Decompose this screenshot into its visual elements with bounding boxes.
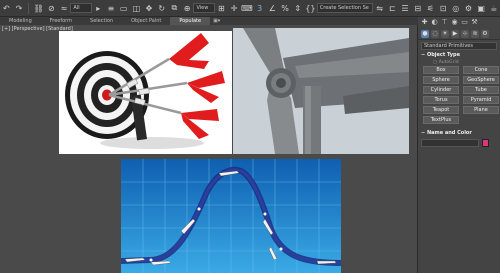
select-manipulate-icon[interactable]: ✛ — [229, 3, 240, 14]
command-panel-tabs: ✚ ◐ ⊤ ◉ ▭ ⚒ — [418, 17, 500, 28]
rect-region-icon[interactable]: ▭ — [118, 3, 129, 14]
cone-button[interactable]: Cone — [463, 66, 499, 74]
cylinder-button[interactable]: Cylinder — [423, 86, 459, 94]
wind-turbine-image — [233, 28, 409, 154]
toolbar-divider — [28, 2, 30, 14]
percent-snap-icon[interactable]: % — [280, 3, 291, 14]
dartboard-image — [59, 31, 232, 154]
lights-icon[interactable]: ☀ — [441, 29, 449, 38]
pyramid-button[interactable]: Pyramid — [463, 96, 499, 104]
utilities-tab-icon[interactable]: ⚒ — [471, 19, 478, 26]
parabolic-flight-image — [121, 159, 341, 273]
select-by-name-icon[interactable]: ≡ — [106, 3, 117, 14]
name-color-title-text: Name and Color — [426, 130, 472, 136]
perspective-viewport[interactable]: [+] [Perspective] [Standard] — [0, 25, 418, 273]
tab-freeform[interactable]: Freeform — [41, 17, 81, 25]
reference-coord-value: View — [196, 5, 209, 11]
named-selection-sets-dropdown[interactable]: Create Selection Se — [316, 3, 374, 13]
primitive-type-dropdown[interactable]: Standard Primitives — [421, 42, 497, 50]
object-type-buttons: Box Cone Sphere GeoSphere Cylinder Tube … — [423, 66, 499, 124]
ribbon-tabs: Modeling Freeform Selection Object Paint… — [0, 17, 418, 25]
pivot-icon[interactable]: ⊞ — [216, 3, 227, 14]
edit-named-sets-icon[interactable]: {} — [305, 3, 316, 14]
object-type-title-text: Object Type — [426, 52, 461, 58]
command-panel: ✚ ◐ ⊤ ◉ ▭ ⚒ ● ◌ ☀ ▶ ⊹ ≋ ⚙ Standard Primi… — [418, 17, 500, 273]
reference-coord-dropdown[interactable]: View — [193, 3, 215, 13]
motion-tab-icon[interactable]: ◉ — [451, 19, 458, 26]
geometry-icon[interactable]: ● — [421, 29, 429, 38]
name-color-title[interactable]: − Name and Color — [421, 130, 497, 137]
teapot-button[interactable]: Teapot — [423, 106, 459, 114]
bind-icon[interactable]: ≈ — [59, 3, 70, 14]
name-color-rollout: − Name and Color — [421, 130, 497, 137]
material-editor-icon[interactable]: ◎ — [450, 3, 461, 14]
spinner-snap-icon[interactable]: ⇕ — [292, 3, 303, 14]
object-type-rollout: − Object Type ▢ AutoGrid Box Cone Sphere… — [421, 52, 499, 124]
align-icon[interactable]: ⊏ — [387, 3, 398, 14]
render-icon[interactable]: ▣ — [476, 3, 487, 14]
teapot-render-icon[interactable]: ☕ — [488, 3, 499, 14]
modify-tab-icon[interactable]: ◐ — [431, 19, 438, 26]
angle-snap-icon[interactable]: ∠ — [267, 3, 278, 14]
graph-editor-icon[interactable]: ⚟ — [425, 3, 436, 14]
textplus-button[interactable]: TextPlus — [423, 116, 459, 124]
tab-selection[interactable]: Selection — [81, 17, 122, 25]
object-name-input[interactable] — [421, 139, 479, 147]
named-selection-sets-value: Create Selection Se — [319, 5, 369, 11]
torus-button[interactable]: Torus — [423, 96, 459, 104]
scale-icon[interactable]: ⧉ — [169, 3, 180, 14]
selection-filter-value: All — [73, 5, 80, 11]
tab-populate[interactable]: Populate — [170, 17, 211, 25]
tab-object-paint[interactable]: Object Paint — [122, 17, 170, 25]
undo-icon[interactable]: ↶ — [1, 3, 12, 14]
scene-explorer-icon[interactable]: ⊟ — [412, 3, 423, 14]
schematic-icon[interactable]: ⊡ — [438, 3, 449, 14]
box-button[interactable]: Box — [423, 66, 459, 74]
render-setup-icon[interactable]: ⚙ — [463, 3, 474, 14]
rotate-icon[interactable]: ↻ — [156, 3, 167, 14]
unlink-icon[interactable]: ⊘ — [46, 3, 57, 14]
select-icon[interactable]: ▸ — [93, 3, 104, 14]
object-type-title[interactable]: − Object Type — [421, 52, 497, 59]
tab-modeling[interactable]: Modeling — [0, 17, 41, 25]
window-crossing-icon[interactable]: ◫ — [131, 3, 142, 14]
main-toolbar: ↶ ↷ ⛓ ⊘ ≈ All ▸ ≡ ▭ ◫ ✥ ↻ ⧉ ⊕ View ⊞ ✛ ⌨… — [0, 0, 500, 17]
autogrid-label: AutoGrid — [438, 60, 459, 65]
place-icon[interactable]: ⊕ — [182, 3, 193, 14]
create-tab-icon[interactable]: ✚ — [421, 19, 428, 26]
systems-icon[interactable]: ⚙ — [481, 29, 489, 38]
spacewarps-icon[interactable]: ≋ — [471, 29, 479, 38]
hierarchy-tab-icon[interactable]: ⊤ — [441, 19, 448, 26]
primitive-type-value: Standard Primitives — [424, 43, 473, 49]
object-color-swatch[interactable] — [482, 139, 489, 147]
move-icon[interactable]: ✥ — [144, 3, 155, 14]
snap-3d-icon[interactable]: 3 — [254, 3, 265, 14]
redo-icon[interactable]: ↷ — [14, 3, 25, 14]
autogrid-checkbox[interactable]: ▢ AutoGrid — [433, 59, 497, 66]
plane-button[interactable]: Plane — [463, 106, 499, 114]
geosphere-button[interactable]: GeoSphere — [463, 76, 499, 84]
ribbon-options-icon[interactable]: ▣▾ — [210, 17, 223, 25]
shapes-icon[interactable]: ◌ — [431, 29, 439, 38]
sphere-button[interactable]: Sphere — [423, 76, 459, 84]
layer-icon[interactable]: ☰ — [400, 3, 411, 14]
create-category-icons: ● ◌ ☀ ▶ ⊹ ≋ ⚙ — [418, 28, 500, 40]
cameras-icon[interactable]: ▶ — [451, 29, 459, 38]
display-tab-icon[interactable]: ▭ — [461, 19, 468, 26]
mirror-icon[interactable]: ⇋ — [374, 3, 385, 14]
helpers-icon[interactable]: ⊹ — [461, 29, 469, 38]
name-color-row — [421, 139, 497, 147]
selection-filter-dropdown[interactable]: All — [70, 3, 92, 13]
keyboard-shortcut-icon[interactable]: ⌨ — [241, 3, 253, 14]
link-icon[interactable]: ⛓ — [33, 3, 44, 14]
tube-button[interactable]: Tube — [463, 86, 499, 94]
